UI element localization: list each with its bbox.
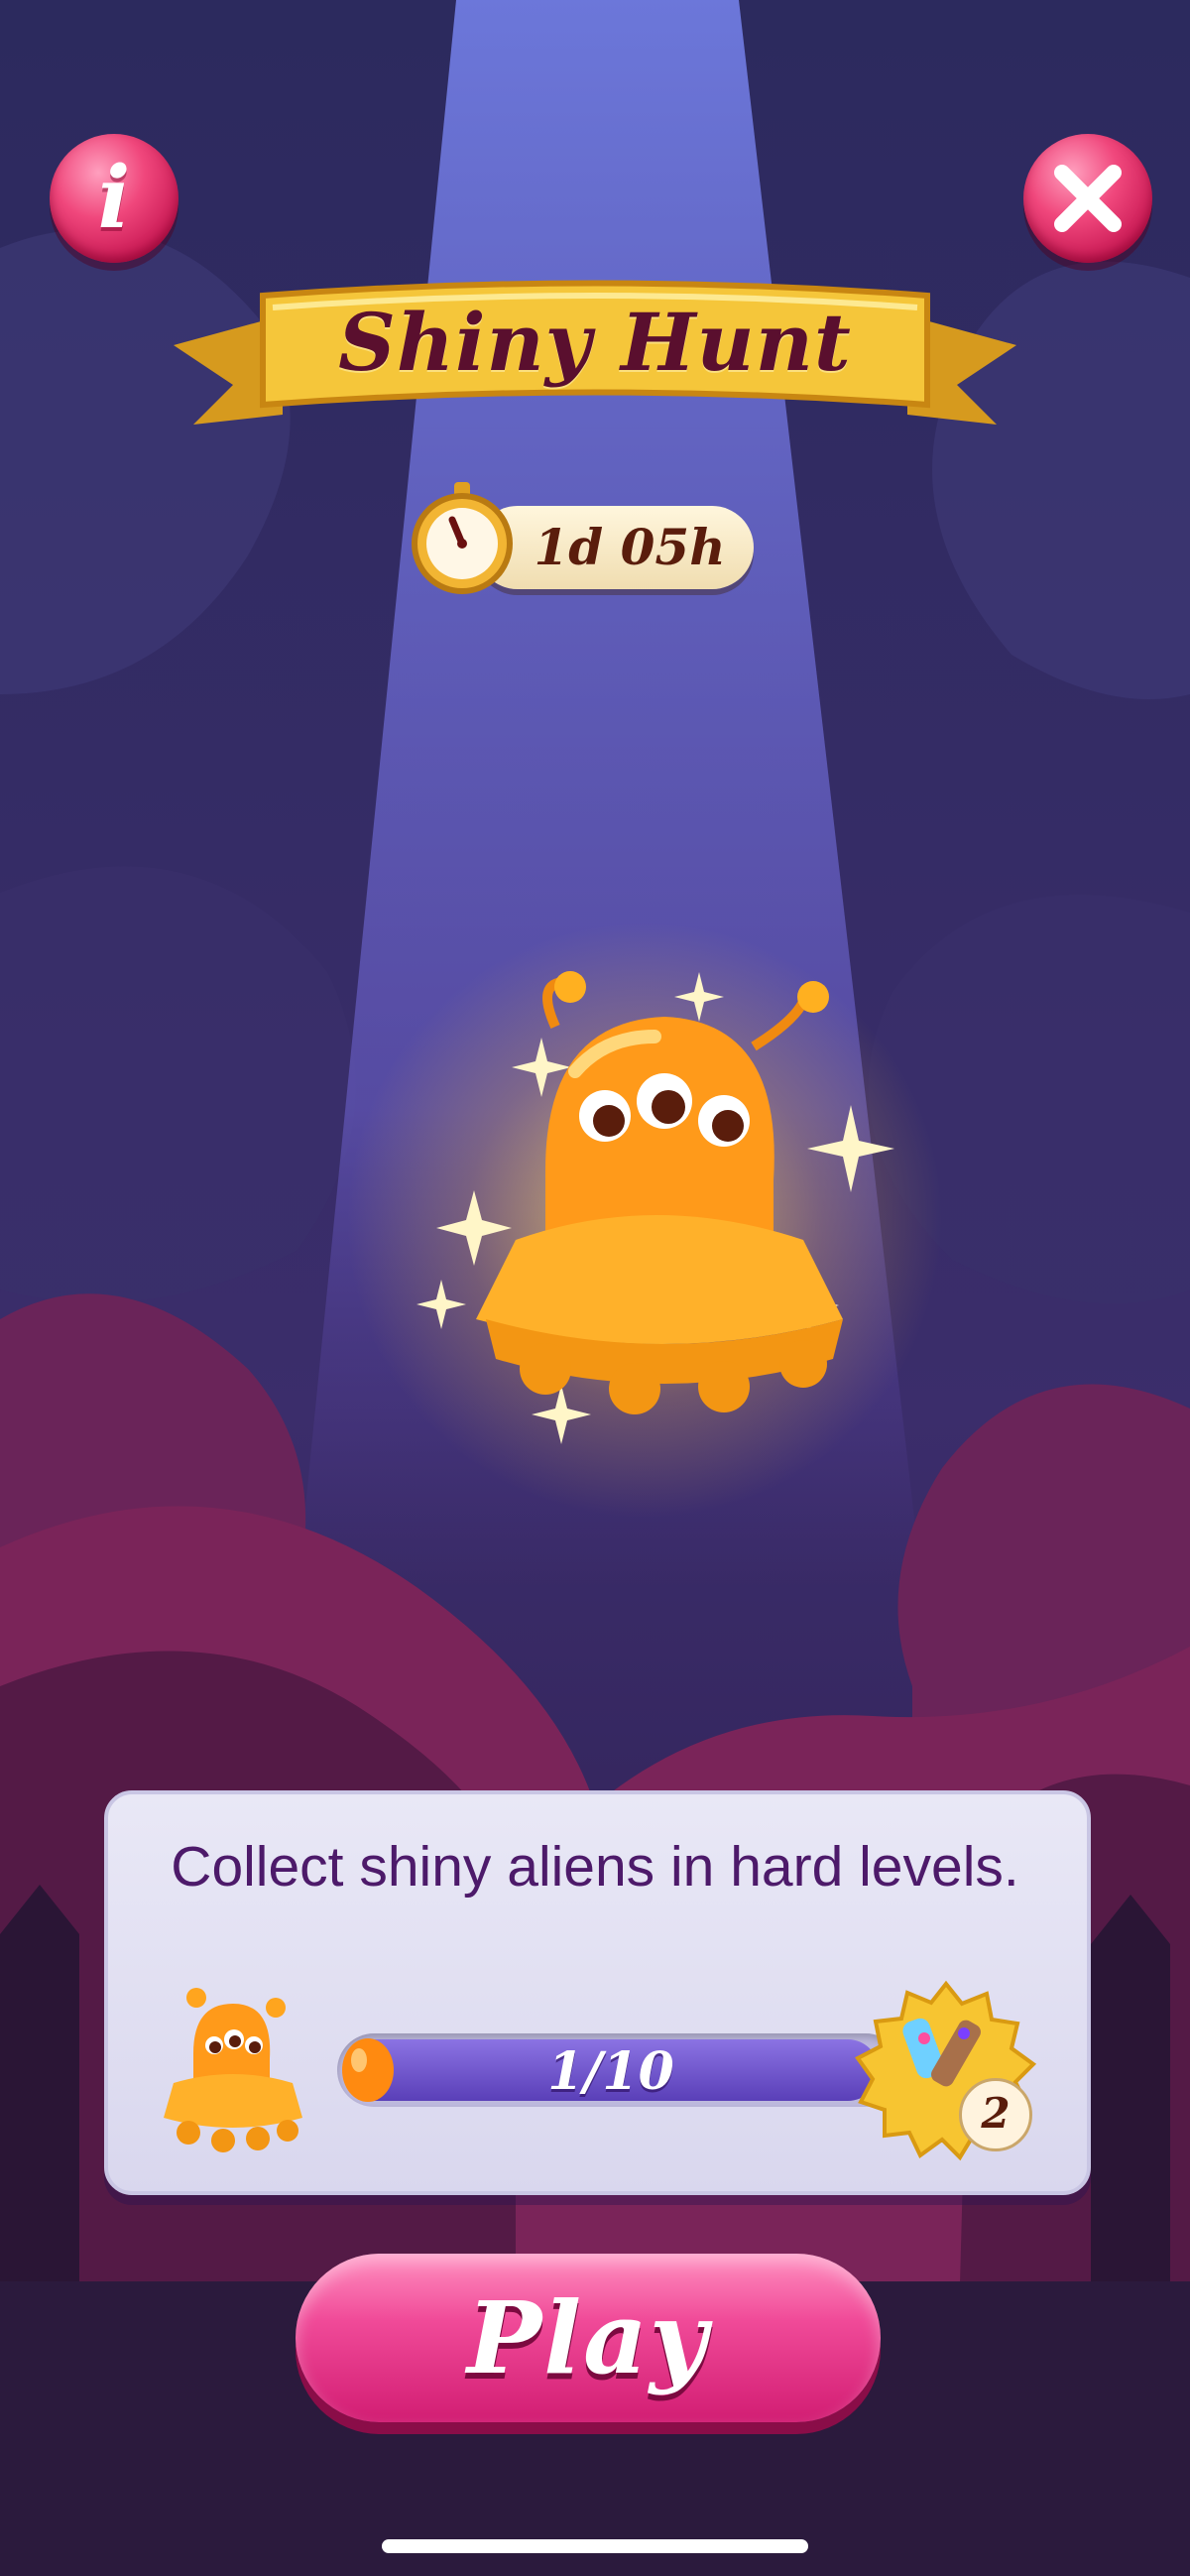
info-icon: i	[97, 148, 131, 248]
reward-count-badge: 2	[959, 2078, 1032, 2151]
stopwatch-icon	[412, 482, 513, 594]
page-title: Shiny Hunt	[338, 296, 852, 389]
task-description: Collect shiny aliens in hard levels.	[171, 1835, 1019, 1899]
play-button-label: Play	[466, 2279, 710, 2396]
close-icon	[1054, 165, 1122, 232]
home-indicator[interactable]	[382, 2539, 808, 2553]
timer-text: 1d 05h	[534, 518, 726, 576]
title-banner: Shiny Hunt	[174, 276, 1016, 434]
shiny-alien-icon	[416, 971, 894, 1444]
play-button[interactable]: Play	[296, 2254, 881, 2422]
alien-icon	[164, 1988, 302, 2152]
close-button[interactable]	[1023, 134, 1152, 263]
info-button[interactable]: i	[50, 134, 178, 263]
progress-text: 1/10	[547, 2041, 674, 2102]
event-timer: 1d 05h	[407, 476, 764, 595]
